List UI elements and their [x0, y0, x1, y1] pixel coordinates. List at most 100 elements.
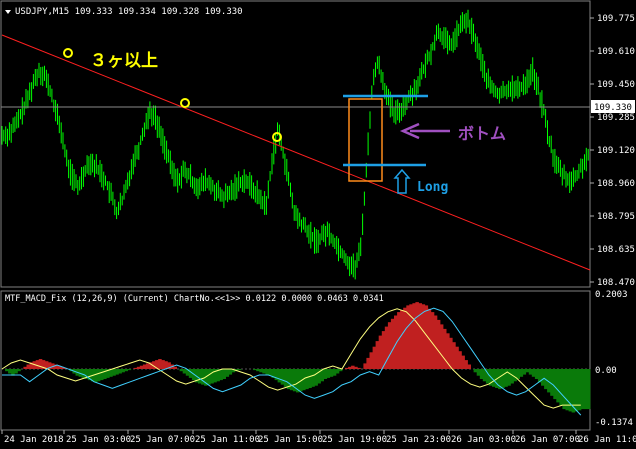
- macd-histogram-bar: [531, 369, 536, 377]
- macd-histogram-bar: [363, 363, 367, 369]
- macd-histogram-bar: [467, 364, 471, 369]
- macd-histogram-bar: [139, 365, 144, 369]
- macd-histogram-bar: [348, 366, 352, 369]
- macd-histogram-bar: [390, 318, 395, 369]
- macd-title: MTF_MACD_Fix (12,26,9) (Current) ChartNo…: [5, 294, 384, 304]
- macd-histogram-bar: [35, 360, 40, 369]
- current-price-label: 109.330: [594, 103, 632, 113]
- time-tick-label: 25 Jan 07:00: [130, 435, 195, 445]
- macd-histogram-bar: [522, 369, 527, 375]
- macd-histogram-bar: [449, 337, 453, 369]
- macd-histogram-bar: [534, 369, 539, 379]
- macd-histogram-bar: [461, 355, 465, 369]
- time-tick-label: 25 Jan 15:00: [258, 435, 323, 445]
- macd-histogram-bar: [351, 365, 355, 369]
- macd-histogram-bar: [222, 369, 226, 379]
- macd-histogram-bar: [335, 369, 340, 374]
- macd-histogram-bar: [541, 369, 545, 386]
- price-axis: 109.775 109.610 109.450 109.285 109.120 108.9…: [590, 14, 635, 288]
- price-tick-label: 109.450: [597, 80, 635, 90]
- macd-histogram-bar: [142, 364, 147, 369]
- macd-histogram-bar: [455, 346, 459, 369]
- macd-histogram-bar: [430, 312, 435, 369]
- macd-histogram-bar: [133, 367, 138, 369]
- price-tick-label: 109.120: [597, 146, 635, 156]
- macd-histogram-bar: [476, 369, 481, 376]
- macd-histogram-bar: [516, 369, 520, 379]
- symbol-header: USDJPY,M15 109.333 109.334 109.328 109.3…: [15, 7, 243, 17]
- macd-histogram-bar: [17, 369, 21, 372]
- macd-histogram-bar: [26, 364, 30, 369]
- macd-histogram-bar: [553, 369, 557, 400]
- macd-histogram-bar: [387, 322, 392, 369]
- macd-histogram-bar: [565, 369, 569, 411]
- price-tick-label: 108.960: [597, 179, 635, 189]
- macd-histogram-bar: [562, 369, 566, 410]
- macd-histogram-bar: [237, 369, 242, 371]
- macd-histogram-bar: [158, 359, 162, 369]
- macd-histogram-bar: [345, 367, 349, 369]
- macd-histogram-bar: [492, 369, 496, 387]
- macd-histogram-bar: [277, 369, 282, 383]
- macd-histogram-bar: [14, 369, 18, 374]
- macd-histogram-bar: [452, 342, 456, 369]
- macd-histogram-bar: [256, 369, 260, 372]
- macd-histogram-bar: [439, 324, 444, 369]
- price-tick-label: 108.635: [597, 245, 635, 255]
- price-tick-label: 108.470: [597, 278, 635, 288]
- macd-histogram-bar: [375, 341, 380, 369]
- time-tick-label: 26 Jan 11:00: [578, 435, 636, 445]
- macd-histogram-bar: [225, 369, 230, 377]
- price-tick-label: 109.775: [597, 14, 635, 24]
- macd-histogram-bar: [372, 346, 377, 369]
- macd-tick-label: 0.00: [595, 366, 617, 376]
- macd-histogram-bar: [369, 352, 373, 369]
- macd-histogram-bar: [583, 369, 588, 410]
- macd-histogram-bar: [458, 351, 462, 369]
- macd-histogram-bar: [311, 369, 315, 387]
- macd-histogram-bar: [127, 369, 132, 371]
- macd-histogram-bar: [182, 369, 187, 374]
- annotation-three-plus: ３ヶ以上: [90, 51, 158, 71]
- macd-histogram-bar: [8, 369, 12, 374]
- annotation-long: Long: [417, 180, 448, 195]
- time-tick-label: 24 Jan 2018: [4, 435, 64, 445]
- macd-histogram-bar: [326, 369, 331, 378]
- time-tick-label: 26 Jan 07:00: [515, 435, 580, 445]
- macd-histogram-bar: [443, 328, 447, 369]
- macd-histogram-bar: [513, 369, 517, 382]
- macd-histogram-bar: [586, 369, 591, 410]
- macd-histogram-bar: [559, 369, 563, 406]
- price-tick-label: 108.795: [597, 212, 635, 222]
- macd-histogram-bar: [378, 335, 383, 369]
- time-tick-label: 25 Jan 23:00: [386, 435, 451, 445]
- trading-chart[interactable]: 109.775 109.610 109.450 109.285 109.120 108.9…: [0, 0, 636, 449]
- macd-tick-label: 0.2003: [595, 290, 628, 300]
- macd-histogram-bar: [528, 369, 533, 375]
- macd-histogram-bar: [118, 369, 122, 374]
- price-tick-label: 109.610: [597, 47, 635, 57]
- macd-histogram-bar: [93, 369, 98, 383]
- macd-histogram-bar: [308, 369, 312, 388]
- macd-histogram-bar: [289, 369, 294, 391]
- macd-histogram-bar: [403, 307, 407, 369]
- macd-histogram-bar: [136, 366, 141, 369]
- macd-histogram-bar: [81, 369, 86, 378]
- time-tick-label: 25 Jan 03:00: [66, 435, 131, 445]
- macd-histogram-bar: [198, 369, 202, 384]
- time-tick-label: 25 Jan 11:00: [195, 435, 260, 445]
- macd-histogram-bar: [23, 366, 27, 369]
- macd-histogram-bar: [314, 369, 318, 386]
- macd-histogram-bar: [228, 369, 233, 375]
- macd-histogram-bar: [433, 315, 438, 369]
- macd-histogram-bar: [96, 369, 101, 382]
- macd-histogram-bar: [507, 369, 511, 386]
- macd-histogram-bar: [400, 309, 404, 369]
- macd-histogram-bar: [265, 369, 269, 375]
- macd-histogram-bar: [100, 369, 104, 381]
- macd-histogram-bar: [207, 369, 211, 385]
- macd-histogram-bar: [525, 369, 530, 373]
- macd-histogram-bar: [366, 357, 370, 369]
- macd-histogram-bar: [501, 369, 505, 388]
- macd-histogram-bar: [115, 369, 119, 375]
